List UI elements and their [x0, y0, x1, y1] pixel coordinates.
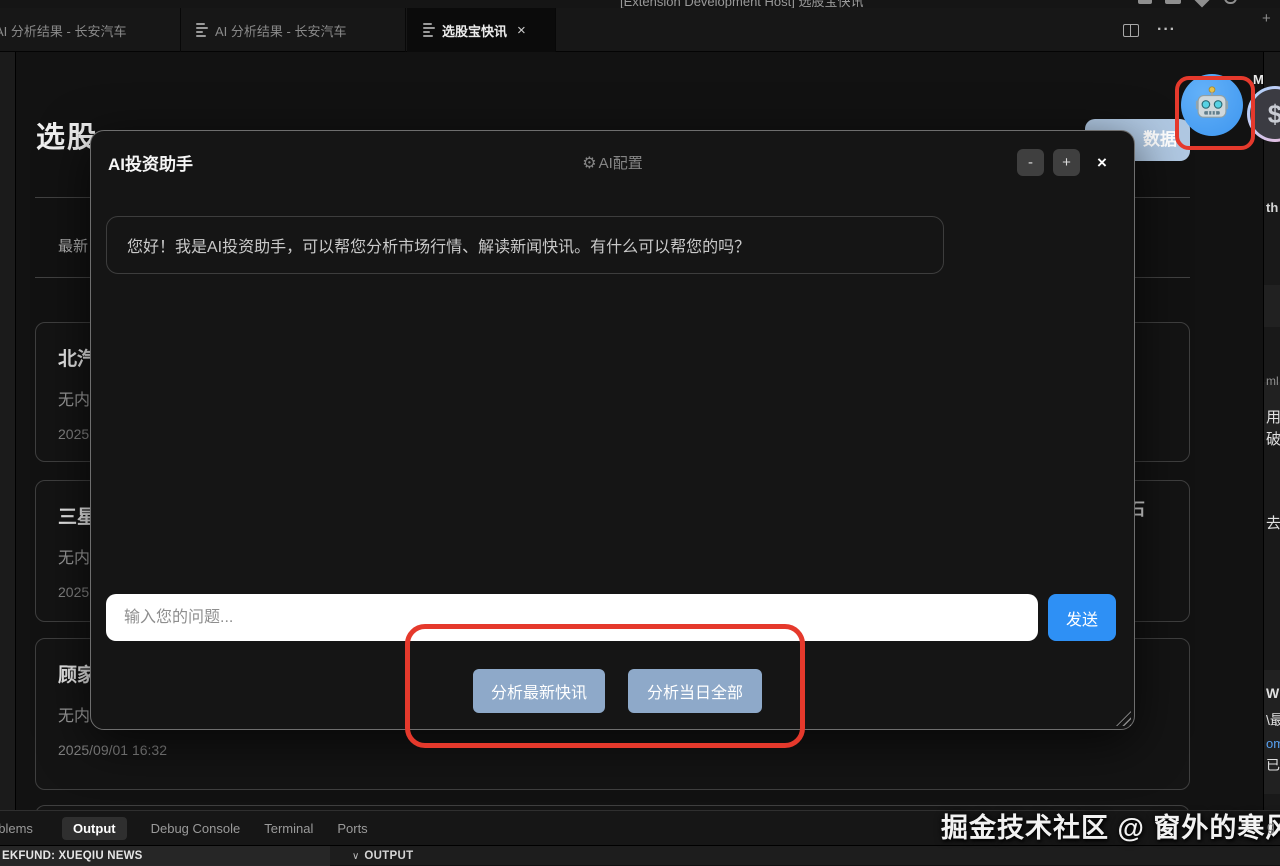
output-section-dropdown[interactable]: ∨ OUTPUT [352, 846, 413, 866]
page-title: 选股 [36, 114, 98, 156]
clipped-text-fragment: M [1253, 72, 1264, 87]
layout-sidebar-icon [1165, 0, 1181, 4]
output-header-bar: EKFUND: XUEQIU NEWS ∨ OUTPUT [0, 845, 1280, 865]
clipped-text-fragment: 破 [1266, 428, 1280, 449]
clipped-link-fragment: om [1266, 736, 1280, 751]
clipped-text-fragment: 已 [1266, 755, 1280, 775]
clipped-text-fragment: ml [1266, 374, 1279, 388]
layout-customize-icon [1194, 0, 1211, 7]
font-decrease-button[interactable]: - [1017, 149, 1044, 176]
window-titlebar: [Extension Development Host] 选股宝快讯 [0, 0, 1280, 8]
window-title: [Extension Development Host] 选股宝快讯 [620, 0, 863, 8]
watermark-text: 掘金技术社区 @ 窗外的寒风 [941, 806, 1280, 845]
close-icon[interactable]: × [1091, 151, 1113, 175]
clipped-text-fragment: W [1266, 685, 1279, 701]
tab-ai-analysis-1[interactable]: AI 分析结果 - 长安汽车 [0, 8, 181, 52]
panel-tab-problems[interactable]: Problems [0, 821, 46, 836]
split-editor-icon[interactable] [1123, 24, 1139, 37]
panel-tab-terminal[interactable]: Terminal [264, 821, 313, 836]
gear-icon: ⚙ [582, 155, 596, 172]
annotation-box-robot [1175, 76, 1255, 150]
clipped-text-fragment: th [1266, 200, 1278, 215]
layout-toggle-icon [1224, 0, 1237, 4]
layout-panel-icon [1138, 0, 1152, 4]
panel-tab-ports[interactable]: Ports [337, 821, 367, 836]
background-window-edge: th ml 用 破 去 W \最 om 已 [1263, 52, 1280, 810]
editor-area: 选股 最新 北汽 无内 2025 三星 无内 2025 顾家 无内 2025/0… [0, 52, 1280, 810]
clipped-text-fragment: \最 [1266, 710, 1280, 730]
output-channel-label: EKFUND: XUEQIU NEWS [0, 846, 330, 866]
editor-tab-bar: AI 分析结果 - 长安汽车 AI 分析结果 - 长安汽车 选股宝快讯 × ··… [0, 8, 1280, 52]
send-button[interactable]: 发送 [1048, 594, 1116, 641]
annotation-box-quick-actions [405, 624, 805, 748]
clipped-text-fragment: 去 [1266, 512, 1280, 533]
editor-gutter [0, 52, 16, 810]
tab-xuangubao-active[interactable]: 选股宝快讯 × [407, 8, 556, 52]
chevron-down-icon: ∨ [352, 851, 359, 862]
assistant-message-bubble: 您好！我是AI投资助手，可以帮您分析市场行情、解读新闻快讯。有什么可以帮您的吗？ [106, 216, 944, 274]
clipped-text-fragment: 用 [1266, 406, 1280, 427]
dollar-icon: $ [1268, 99, 1280, 130]
font-increase-button[interactable]: + [1053, 149, 1080, 176]
tab-ai-analysis-2[interactable]: AI 分析结果 - 长安汽车 [182, 8, 406, 52]
panel-tab-output[interactable]: Output [62, 817, 127, 840]
resize-handle[interactable] [1116, 711, 1131, 726]
file-icon [196, 21, 209, 39]
new-tab-plus-icon[interactable]: + [1262, 10, 1271, 27]
more-actions-icon[interactable]: ··· [1157, 21, 1176, 39]
news-filter-tab-latest[interactable]: 最新 [58, 235, 88, 256]
panel-tab-debug-console[interactable]: Debug Console [151, 821, 241, 836]
clipped-text-fragment: g [1267, 818, 1275, 834]
ai-config-link[interactable]: ⚙AI配置 [91, 152, 1134, 173]
tab-close-icon[interactable]: × [517, 22, 526, 39]
file-icon [423, 21, 436, 39]
